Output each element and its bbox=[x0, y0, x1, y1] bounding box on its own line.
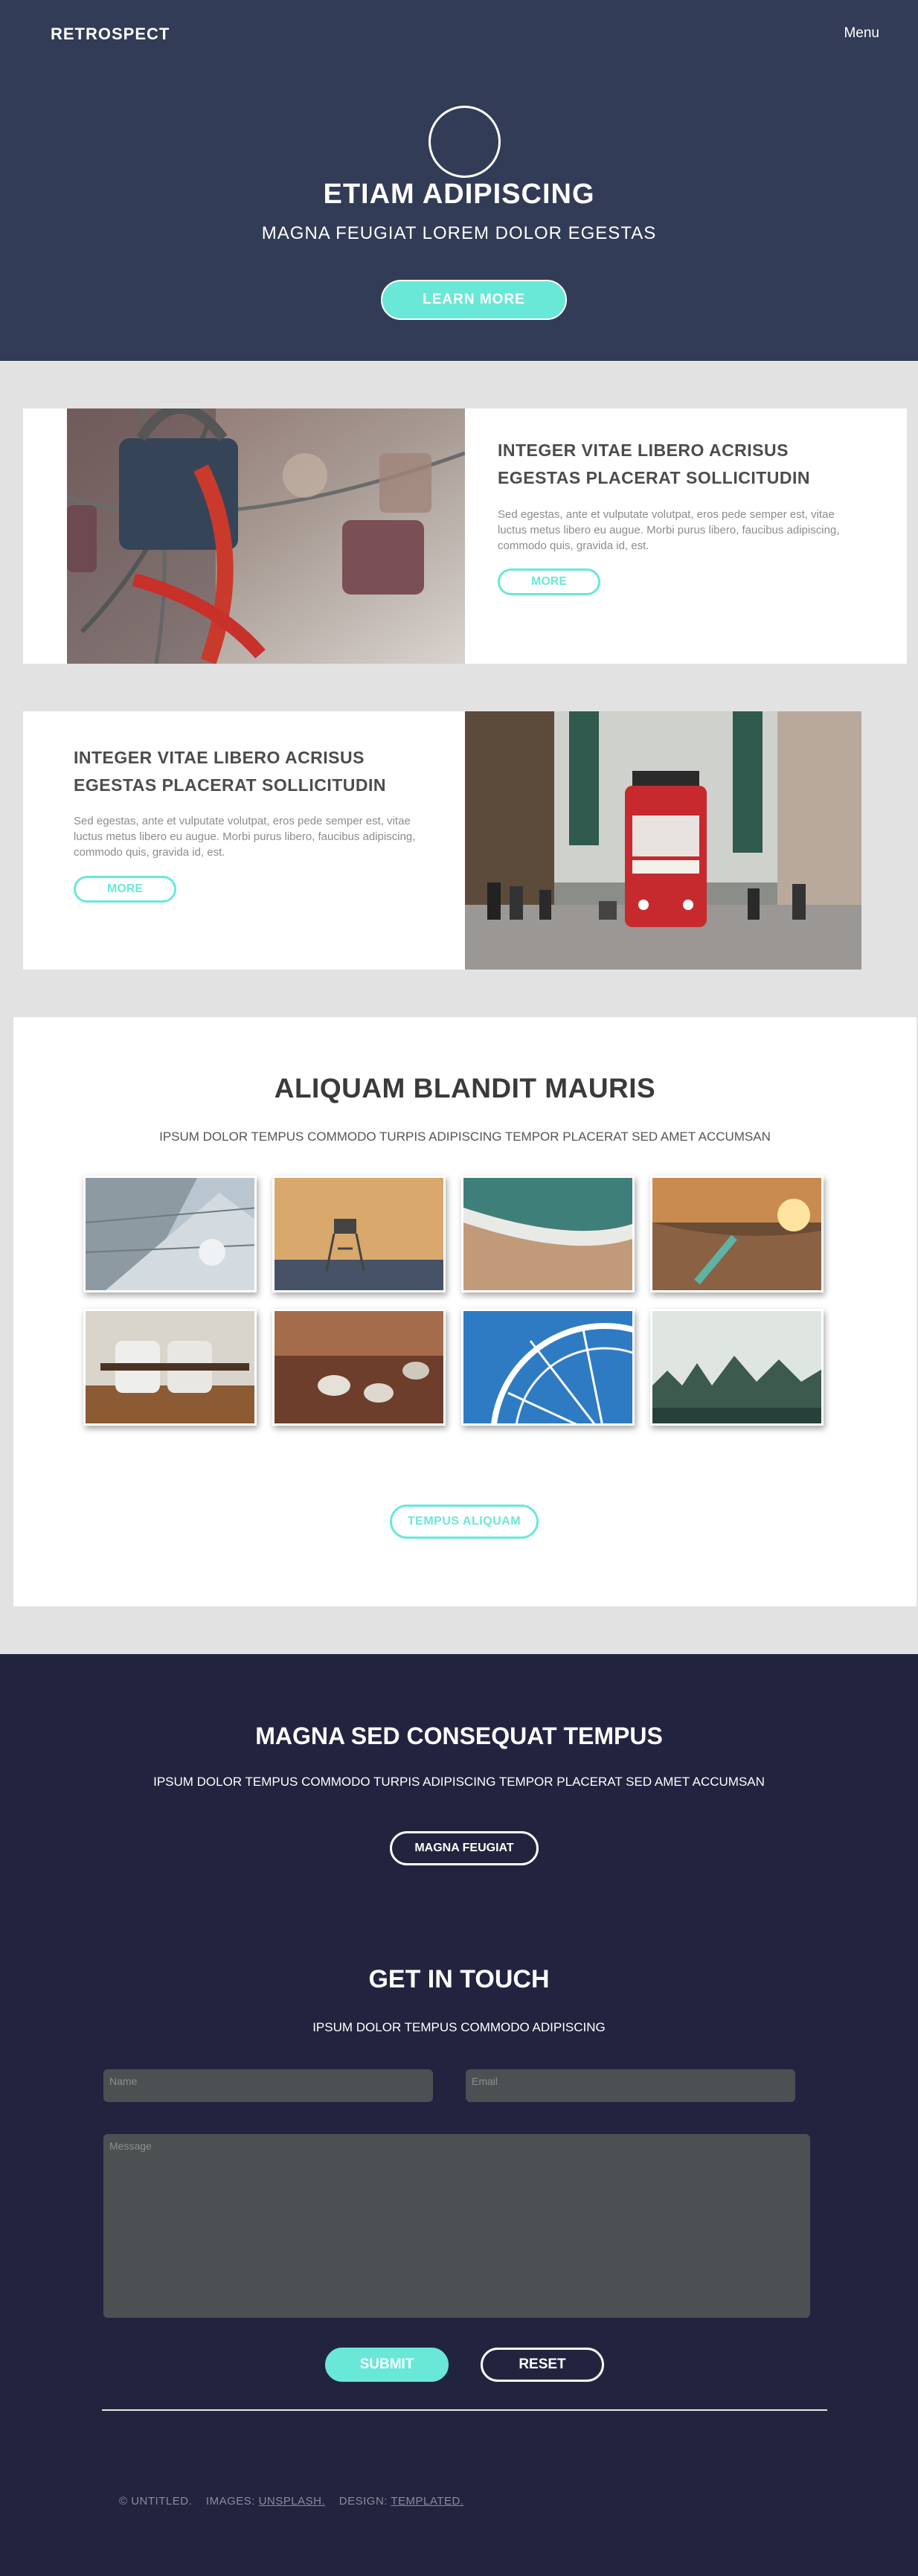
gallery-thumb-lifeguard[interactable] bbox=[272, 1176, 446, 1292]
submit-button[interactable]: SUBMIT bbox=[325, 2348, 449, 2382]
gallery-thumb-ferris-wheel[interactable] bbox=[461, 1309, 635, 1426]
spotlight-2-heading: INTEGER VITAE LIBERO ACRISUS EGESTAS PLA… bbox=[74, 748, 386, 795]
email-field[interactable]: Email bbox=[466, 2069, 795, 2102]
circle-icon bbox=[428, 106, 501, 178]
site-logo[interactable]: RETROSPECT bbox=[51, 25, 170, 44]
unsplash-link[interactable]: UNSPLASH. bbox=[259, 2495, 326, 2508]
gallery-thumb-misty-forest[interactable] bbox=[650, 1309, 824, 1426]
spotlight-2-text: Sed egestas, ante et vulputate volutpat,… bbox=[74, 815, 416, 859]
cta-subtitle: IPSUM DOLOR TEMPUS COMMODO TURPIS ADIPIS… bbox=[153, 1775, 765, 1789]
banner-title: ETIAM ADIPISCING bbox=[323, 179, 595, 210]
gallery-title: ALIQUAM BLANDIT MAURIS bbox=[274, 1073, 656, 1103]
gallery-thumb-dining-chairs[interactable] bbox=[83, 1309, 257, 1426]
reset-button[interactable]: RESET bbox=[481, 2348, 604, 2382]
banner: RETROSPECT Menu ETIAM ADIPISCING MAGNA F… bbox=[0, 0, 918, 361]
name-field[interactable]: Name bbox=[103, 2069, 433, 2102]
contact-subtitle: IPSUM DOLOR TEMPUS COMMODO ADIPISCING bbox=[312, 2020, 606, 2034]
spotlight-2-more-button[interactable]: MORE bbox=[74, 876, 176, 903]
images-label: IMAGES: bbox=[205, 2495, 255, 2508]
message-field[interactable]: Message bbox=[103, 2134, 810, 2318]
gallery-thumb-beach-waves[interactable] bbox=[461, 1176, 635, 1292]
gallery-thumb-sails[interactable] bbox=[83, 1176, 257, 1292]
gallery-thumb-tea-cups[interactable] bbox=[272, 1309, 446, 1426]
footer-divider bbox=[102, 2409, 827, 2411]
menu-link[interactable]: Menu bbox=[844, 25, 879, 42]
tram-photo bbox=[465, 711, 861, 970]
spotlight-1: INTEGER VITAE LIBERO ACRISUS EGESTAS PLA… bbox=[23, 408, 907, 664]
copyright-text: © UNTITLED. bbox=[119, 2495, 193, 2508]
spotlight-2-image bbox=[465, 711, 861, 970]
tempus-aliquam-button[interactable]: TEMPUS ALIQUAM bbox=[390, 1505, 539, 1539]
banner-subtitle: MAGNA FEUGIAT LOREM DOLOR EGESTAS bbox=[261, 223, 657, 243]
design-label: DESIGN: bbox=[338, 2495, 388, 2508]
padlocks-photo bbox=[67, 408, 465, 664]
spotlight-2: INTEGER VITAE LIBERO ACRISUS EGESTAS PLA… bbox=[23, 711, 861, 970]
dark-section: MAGNA SED CONSEQUAT TEMPUS IPSUM DOLOR T… bbox=[0, 1654, 918, 2576]
learn-more-button[interactable]: LEARN MORE bbox=[381, 280, 567, 320]
gallery-thumb-surfboard-sunset[interactable] bbox=[650, 1176, 824, 1292]
templated-link[interactable]: TEMPLATED. bbox=[391, 2495, 463, 2508]
spotlight-1-text: Sed egestas, ante et vulputate volutpat,… bbox=[498, 508, 840, 552]
magna-feugiat-button[interactable]: MAGNA FEUGIAT bbox=[390, 1831, 539, 1865]
gallery-subtitle: IPSUM DOLOR TEMPUS COMMODO TURPIS ADIPIS… bbox=[159, 1130, 771, 1144]
spotlight-1-image bbox=[67, 408, 465, 664]
contact-title: GET IN TOUCH bbox=[368, 1965, 550, 1993]
cta-title: MAGNA SED CONSEQUAT TEMPUS bbox=[255, 1723, 663, 1749]
spotlight-1-more-button[interactable]: MORE bbox=[498, 568, 600, 595]
footer: © UNTITLED. IMAGES: UNSPLASH. DESIGN: TE… bbox=[119, 2495, 463, 2508]
gallery-section: ALIQUAM BLANDIT MAURIS IPSUM DOLOR TEMPU… bbox=[13, 1017, 917, 1606]
spotlight-1-heading: INTEGER VITAE LIBERO ACRISUS EGESTAS PLA… bbox=[498, 440, 810, 487]
